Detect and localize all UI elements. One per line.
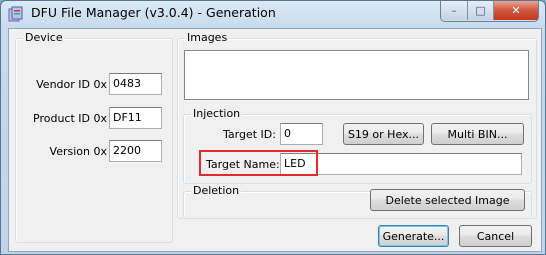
injection-legend: Injection xyxy=(191,107,243,120)
target-id-label: Target ID: xyxy=(223,128,276,141)
app-icon xyxy=(8,6,23,22)
vendor-id-label: Vendor ID 0x xyxy=(36,78,107,91)
vendor-id-field[interactable]: 0483 xyxy=(109,73,162,95)
injection-group: Injection Target ID: 0 S19 or Hex... Mul… xyxy=(183,107,532,184)
maximize-icon: □ xyxy=(475,4,486,17)
window-title: DFU File Manager (v3.0.4) - Generation xyxy=(31,5,276,20)
delete-selected-image-button[interactable]: Delete selected Image xyxy=(370,189,525,211)
dialog-client-area: Device Vendor ID 0x 0483 Product ID 0x D… xyxy=(8,28,542,252)
close-icon: ✕ xyxy=(511,4,521,17)
minimize-icon: – xyxy=(451,4,457,17)
multi-bin-button[interactable]: Multi BIN... xyxy=(431,123,524,145)
version-label: Version 0x xyxy=(49,145,107,158)
close-button[interactable]: ✕ xyxy=(494,1,538,20)
device-group: Device Vendor ID 0x 0483 Product ID 0x D… xyxy=(15,31,173,243)
cancel-button[interactable]: Cancel xyxy=(459,225,532,247)
maximize-button[interactable]: □ xyxy=(468,1,494,20)
target-name-highlight xyxy=(199,150,318,176)
title-bar[interactable]: DFU File Manager (v3.0.4) - Generation –… xyxy=(1,1,545,27)
target-id-field[interactable]: 0 xyxy=(280,123,323,145)
product-id-label: Product ID 0x xyxy=(33,112,107,125)
product-id-field[interactable]: DF11 xyxy=(109,107,162,129)
generate-button[interactable]: Generate... xyxy=(378,225,449,247)
deletion-legend: Deletion xyxy=(191,184,242,197)
s19-or-hex-button[interactable]: S19 or Hex... xyxy=(343,123,424,145)
images-listbox[interactable] xyxy=(184,50,529,100)
device-legend: Device xyxy=(23,31,65,44)
dfu-file-manager-window: DFU File Manager (v3.0.4) - Generation –… xyxy=(0,0,546,255)
version-field[interactable]: 2200 xyxy=(109,140,162,162)
images-legend: Images xyxy=(185,31,230,44)
caption-buttons: – □ ✕ xyxy=(440,1,539,22)
minimize-button[interactable]: – xyxy=(441,1,468,20)
